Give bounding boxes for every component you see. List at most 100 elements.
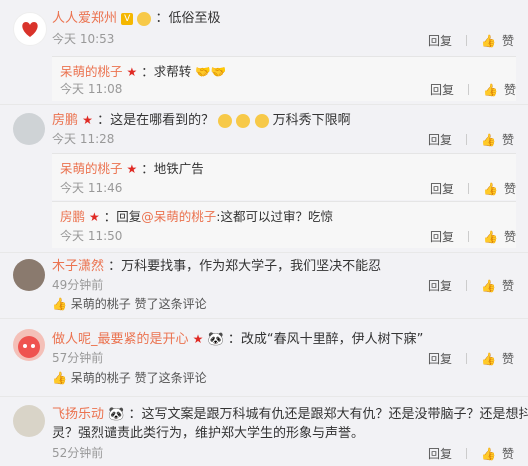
thumb-up-icon[interactable]: 👍 — [481, 352, 496, 366]
comment-text: ：这是在哪看到的？ — [97, 113, 215, 128]
comment-line: 做人呢_最要紧的是开心 ★ 🐼 ：改成“春风十里醉，伊人树下寐” — [52, 330, 518, 349]
like-button[interactable]: 赞 — [502, 445, 514, 462]
like-button[interactable]: 赞 — [502, 131, 514, 148]
comment-time: 今天 11:28 — [52, 132, 115, 146]
reply-actions: 回复 👍 赞 — [430, 81, 516, 98]
like-button[interactable]: 赞 — [504, 81, 516, 98]
like-button[interactable]: 赞 — [504, 180, 516, 197]
reply-line: 呆萌的桃子 ★ ：地铁广告 — [60, 160, 204, 178]
comment-item: 房鹏 ★ ：这是在哪看到的？ 万科秀下限啊 今天 11:28 回复 👍 赞 呆萌… — [0, 105, 528, 253]
reply-text-continued: :这都可以过审？吃惊 — [216, 209, 333, 224]
reply-button[interactable]: 回复 — [430, 228, 454, 245]
comment-line: 房鹏 ★ ：这是在哪看到的？ 万科秀下限啊 — [52, 111, 518, 130]
avatar[interactable] — [13, 113, 45, 145]
username[interactable]: 呆萌的桃子 — [60, 161, 123, 176]
like-button[interactable]: 赞 — [502, 350, 514, 367]
liked-by-user[interactable]: 呆萌的桃子 — [71, 297, 131, 311]
comment-time: 49分钟前 — [52, 278, 104, 292]
thumb-up-icon[interactable]: 👍 — [481, 133, 496, 147]
reply-button[interactable]: 回复 — [428, 445, 452, 462]
panda-icon: 🐼 — [207, 332, 224, 347]
separator — [466, 280, 468, 291]
avatar[interactable] — [13, 12, 47, 46]
liked-by-line: 👍 呆萌的桃子 赞了这条评论 — [52, 296, 207, 312]
emoji-icon — [218, 113, 233, 128]
comment-text: ：改成“春风十里醉，伊人树下寐” — [227, 332, 424, 347]
reply-button[interactable]: 回复 — [430, 180, 454, 197]
comment-text-continued: 灵？强烈谴责此类行为，维护郑大学生的形象与声誉。 — [52, 426, 365, 441]
reply-text: ：地铁广告 — [141, 161, 204, 176]
reply-line: 呆萌的桃子 ★ ：求帮转 🤝🤝 — [60, 63, 226, 81]
liked-by-line: 👍 呆萌的桃子 赞了这条评论 — [52, 370, 207, 386]
thumb-up-icon[interactable]: 👍 — [481, 447, 496, 461]
emoji-icon — [254, 113, 269, 128]
username[interactable]: 呆萌的桃子 — [60, 64, 123, 79]
separator — [466, 448, 468, 459]
username[interactable]: 做人呢_最要紧的是开心 — [52, 332, 189, 347]
avatar[interactable] — [13, 329, 45, 361]
emoji-icon — [137, 11, 152, 26]
reply-button[interactable]: 回复 — [428, 32, 452, 49]
separator — [468, 231, 470, 242]
reply-button[interactable]: 回复 — [428, 131, 452, 148]
separator — [466, 35, 468, 46]
username[interactable]: 房鹏 — [52, 113, 78, 128]
comment-item: 人人爱郑州 V ：低俗至极 今天 10:53 回复 👍 赞 呆萌的桃子 ★ ：求… — [0, 0, 528, 101]
avatar[interactable] — [13, 405, 45, 437]
cartoon-avatar-icon — [18, 336, 40, 358]
like-button[interactable]: 赞 — [504, 228, 516, 245]
username[interactable]: 木子潇然 — [52, 259, 104, 274]
comment-time: 57分钟前 — [52, 351, 104, 365]
thumb-up-icon[interactable]: 👍 — [483, 182, 498, 196]
separator — [466, 134, 468, 145]
reply-actions: 回复 👍 赞 — [430, 228, 516, 245]
comment-item: 做人呢_最要紧的是开心 ★ 🐼 ：改成“春风十里醉，伊人树下寐” 57分钟前 回… — [0, 319, 528, 395]
thumb-up-icon: 👍 — [52, 371, 67, 385]
reply-button[interactable]: 回复 — [430, 81, 454, 98]
comment-text: ：这写文案是跟万科城有仇还是跟郑大有仇？还是没带脑子？还是想抖机 — [128, 407, 528, 422]
reply-box: 呆萌的桃子 ★ ：地铁广告 今天 11:46 回复 👍 赞 — [52, 153, 516, 200]
comment-line-continued: 灵？强烈谴责此类行为，维护郑大学生的形象与声誉。 — [52, 425, 518, 443]
star-icon: ★ — [126, 65, 138, 79]
thumb-up-icon[interactable]: 👍 — [483, 230, 498, 244]
separator — [468, 183, 470, 194]
separator — [466, 353, 468, 364]
reply-button[interactable]: 回复 — [428, 277, 452, 294]
reply-actions: 回复 👍 赞 — [430, 180, 516, 197]
reply-time: 今天 11:46 — [60, 181, 123, 195]
comment-text: ：万科要找事，作为郑大学子，我们坚决不能忍 — [108, 259, 382, 274]
panda-icon: 🐼 — [108, 407, 125, 422]
like-button[interactable]: 赞 — [502, 277, 514, 294]
thumb-up-icon[interactable]: 👍 — [483, 83, 498, 97]
vip-badge-icon: V — [121, 12, 134, 25]
star-icon: ★ — [126, 162, 138, 176]
comment-line: 人人爱郑州 V ：低俗至极 — [52, 10, 518, 28]
comment-feed: 人人爱郑州 V ：低俗至极 今天 10:53 回复 👍 赞 呆萌的桃子 ★ ：求… — [0, 0, 528, 466]
liked-text: 赞了这条评论 — [130, 371, 207, 385]
liked-by-user[interactable]: 呆萌的桃子 — [71, 371, 131, 385]
comment-actions: 回复 👍 赞 — [428, 32, 514, 49]
mention-link[interactable]: @呆萌的桃子 — [141, 209, 216, 224]
comment-line: 飞扬乐动 🐼 ：这写文案是跟万科城有仇还是跟郑大有仇？还是没带脑子？还是想抖机 — [52, 406, 528, 424]
comment-actions: 回复 👍 赞 — [428, 277, 514, 294]
thumb-up-icon[interactable]: 👍 — [481, 279, 496, 293]
thumb-up-icon[interactable]: 👍 — [481, 34, 496, 48]
reply-line: 房鹏 ★ ：回复@呆萌的桃子:这都可以过审？吃惊 — [60, 208, 333, 226]
comment-actions: 回复 👍 赞 — [428, 350, 514, 367]
star-icon: ★ — [192, 332, 204, 346]
heart-logo-icon — [22, 22, 38, 37]
username[interactable]: 人人爱郑州 — [52, 11, 117, 26]
username[interactable]: 飞扬乐动 — [52, 407, 104, 422]
avatar[interactable] — [13, 259, 45, 291]
thumb-up-icon: 👍 — [52, 297, 67, 311]
handshake-icon: 🤝🤝 — [195, 64, 227, 79]
comment-time: 52分钟前 — [52, 446, 104, 460]
star-icon: ★ — [89, 210, 100, 224]
emoji-icon — [236, 113, 251, 128]
reply-button[interactable]: 回复 — [428, 350, 452, 367]
comment-item: 飞扬乐动 🐼 ：这写文案是跟万科城有仇还是跟郑大有仇？还是没带脑子？还是想抖机 … — [0, 397, 528, 466]
reply-time: 今天 11:50 — [60, 229, 123, 243]
username[interactable]: 房鹏 — [60, 209, 85, 224]
like-button[interactable]: 赞 — [502, 32, 514, 49]
comment-line: 木子潇然 ：万科要找事，作为郑大学子，我们坚决不能忍 — [52, 258, 518, 276]
